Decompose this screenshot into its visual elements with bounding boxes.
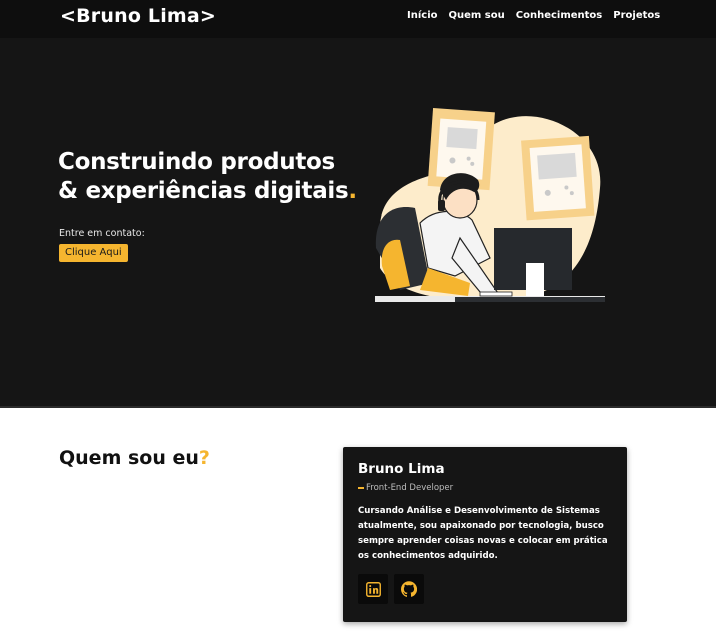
hero-title: Construindo produtos & experiências digi… [58,148,358,206]
logo[interactable]: <Bruno Lima> [60,5,216,27]
about-title: Quem sou eu? [59,447,210,469]
nav-link-inicio[interactable]: Início [407,10,438,21]
contact-label: Entre em contato: [59,228,145,239]
nav-link-quem-sou[interactable]: Quem sou [449,10,505,21]
developer-at-desk-illustration [375,108,605,302]
linkedin-icon [365,581,381,597]
about-title-mark: ? [198,447,210,469]
contact-cta-button[interactable]: Clique Aqui [59,244,128,262]
github-button[interactable] [394,574,424,604]
linkedin-button[interactable] [358,574,388,604]
navbar: <Bruno Lima> Início Quem sou Conheciment… [0,0,716,38]
section-divider [0,406,716,408]
hero-title-dot: . [348,178,357,204]
github-icon [401,581,417,597]
hero-title-line2: & experiências digitais [58,178,349,204]
nav-link-conhecimentos[interactable]: Conhecimentos [516,10,603,21]
hero-title-line1: Construindo produtos [58,149,335,175]
profile-card: Bruno Lima Front-End Developer Cursando … [343,447,627,622]
profile-name: Bruno Lima [358,461,445,477]
role-accent-dash [358,487,364,489]
about-title-text: Quem sou eu [59,447,199,469]
profile-role: Front-End Developer [358,483,453,493]
hero-section: Construindo produtos & experiências digi… [0,38,716,407]
nav-menu: Início Quem sou Conhecimentos Projetos [407,10,671,21]
nav-link-projetos[interactable]: Projetos [613,10,660,21]
profile-role-text: Front-End Developer [366,483,454,493]
profile-bio: Cursando Análise e Desenvolvimento de Si… [358,506,608,561]
